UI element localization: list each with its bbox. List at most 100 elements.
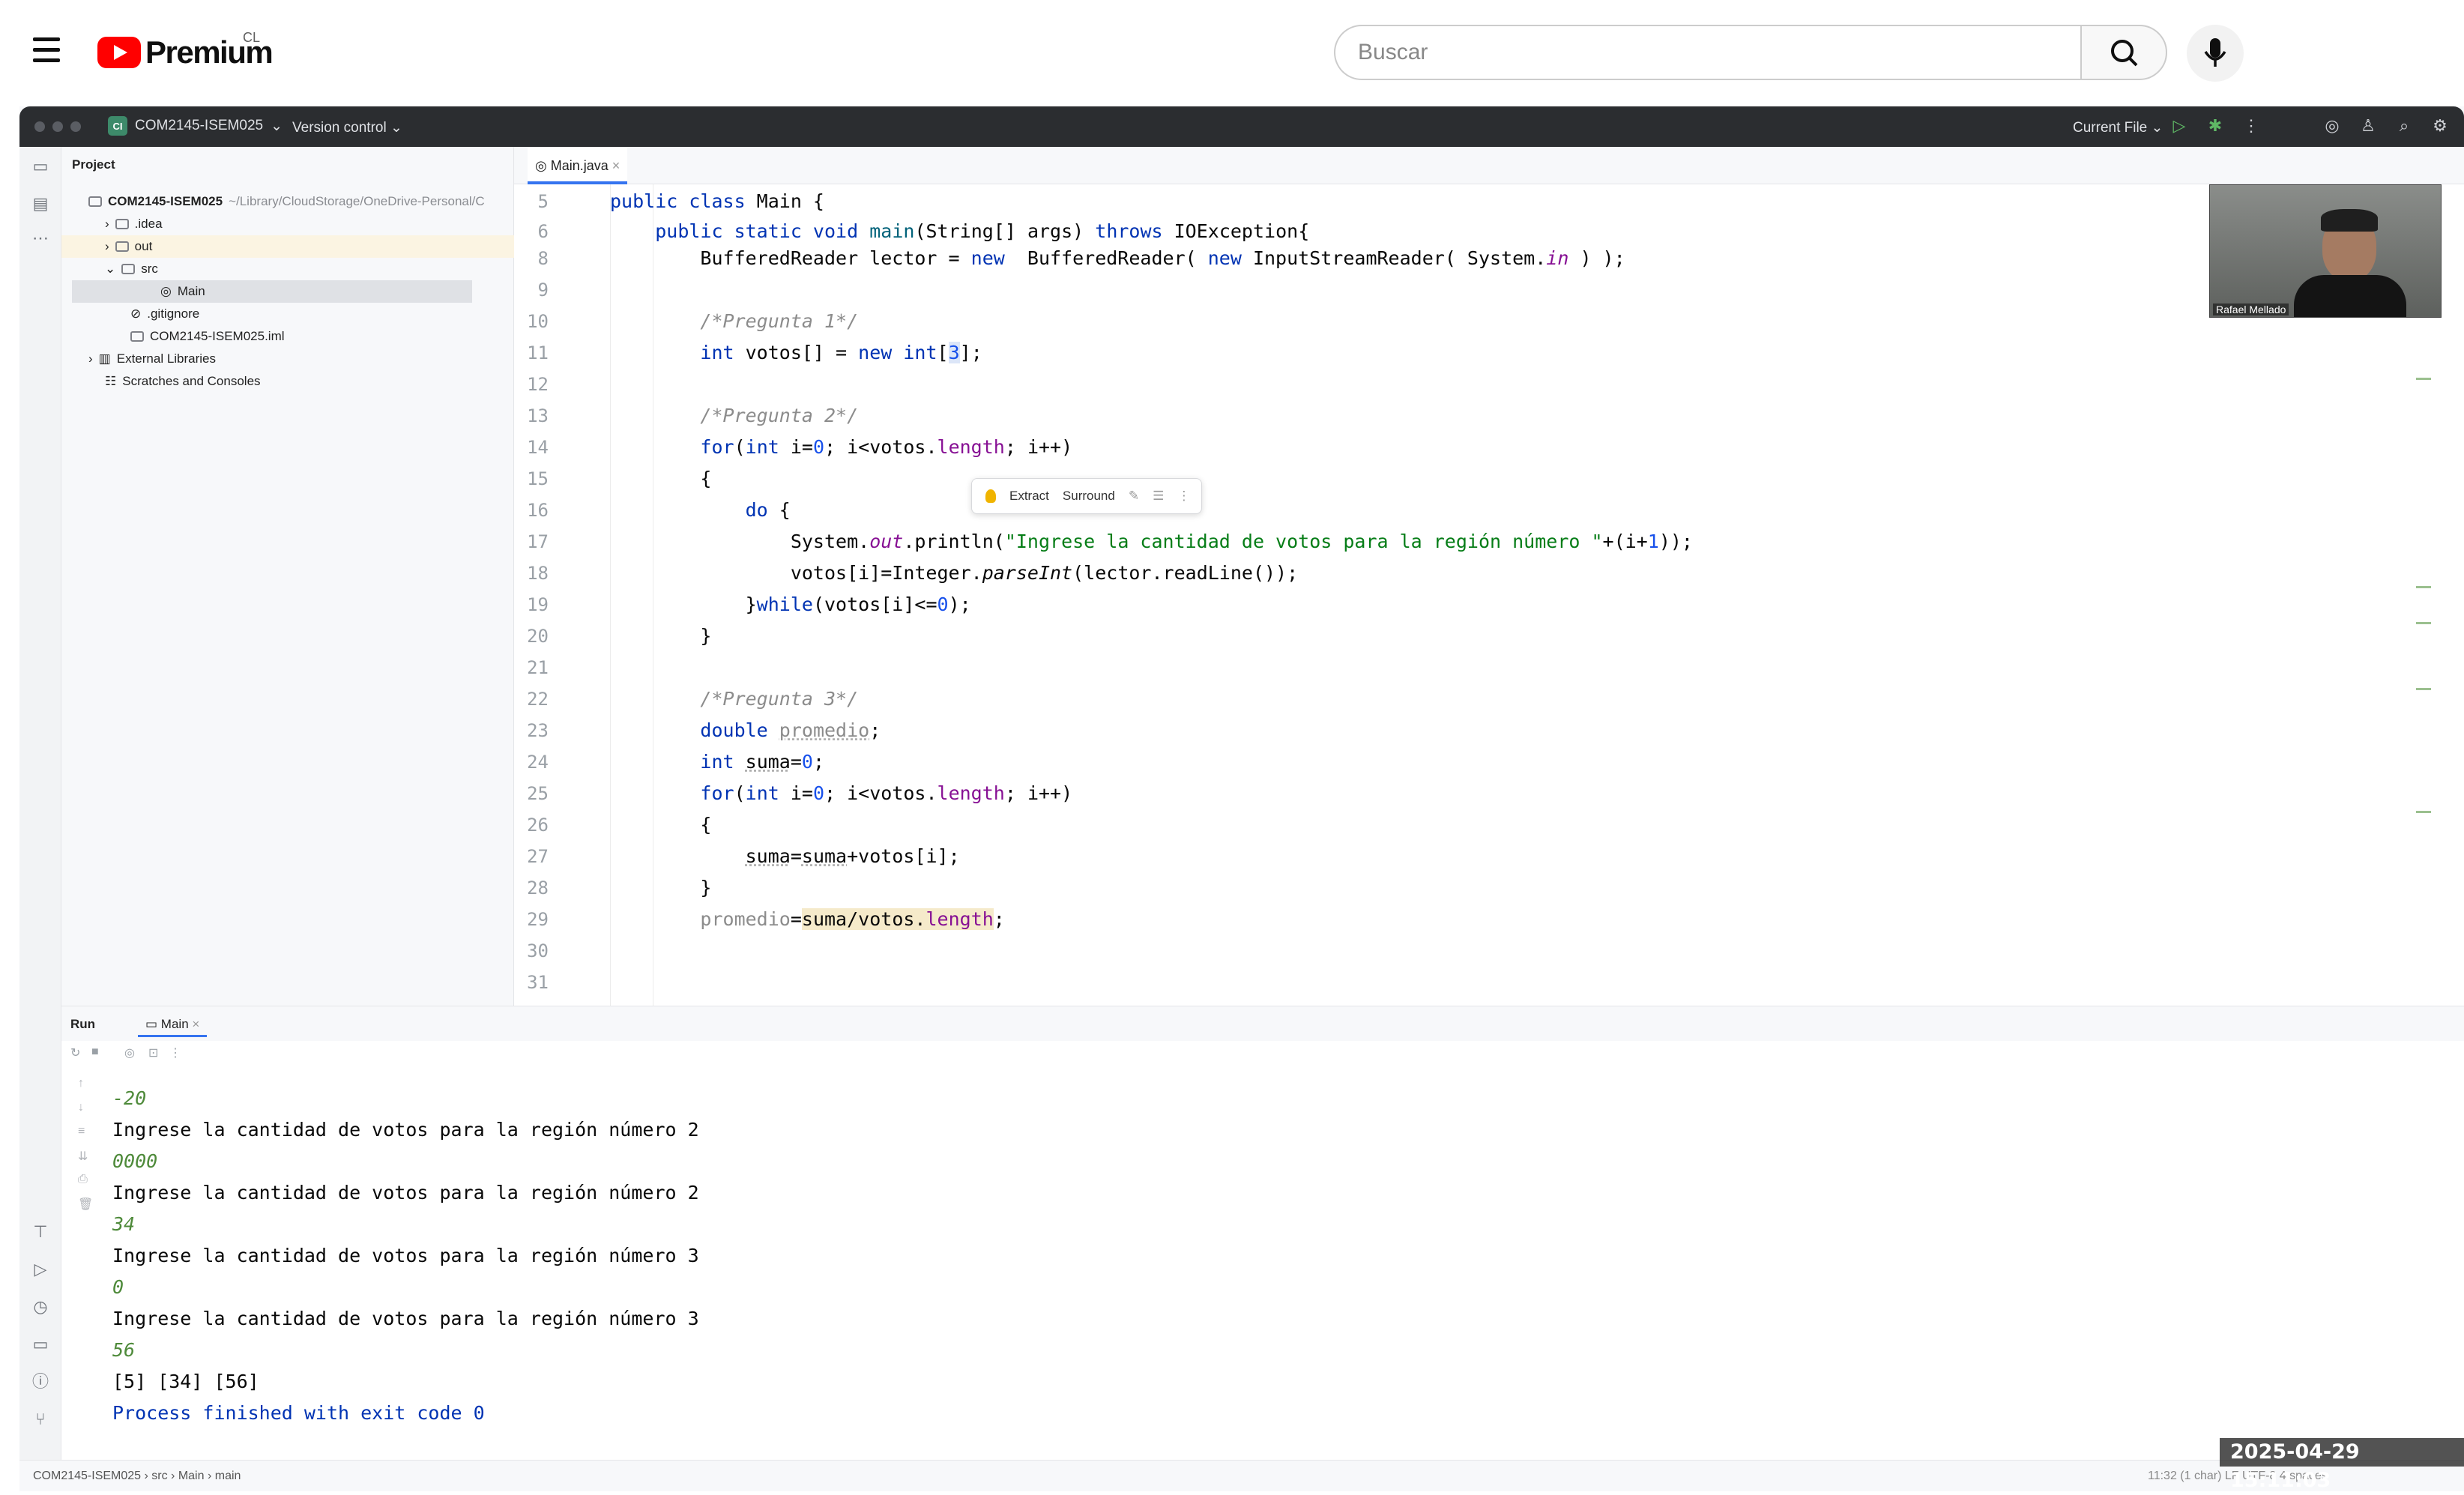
console-line: Ingrese la cantidad de votos para la reg… <box>112 1308 699 1329</box>
search-input[interactable]: Buscar <box>1334 25 2080 80</box>
console-line: -20 <box>112 1087 147 1109</box>
presenter-name: Rafael Mellado <box>2213 303 2289 315</box>
surround-action[interactable]: Surround <box>1063 489 1115 504</box>
stop-icon[interactable]: ■ <box>91 1045 108 1062</box>
code-editor[interactable]: ◎ Main.java × 5 public class Main { 6 pub… <box>514 147 2464 1006</box>
java-class-icon: ◎ <box>535 158 547 173</box>
run-icon[interactable]: ▷ <box>2169 115 2190 136</box>
problems-tool-icon[interactable]: ⓘ <box>30 1371 51 1392</box>
search-icon[interactable]: ⌕ <box>2394 115 2415 136</box>
run-panel: Run ▭ Main × ↻ ■ ◎ ⊡ ⋮ ↑ ↓ ≡ ⇊ ⎙ 🗑 -20 I… <box>61 1006 2464 1460</box>
folder-icon <box>88 196 102 207</box>
run-config-selector[interactable]: Current File ⌄ <box>2073 119 2163 136</box>
console-line: [5] [34] [56] <box>112 1371 259 1392</box>
ide-window: CI COM2145-ISEM025 ⌄ Version control ⌄ C… <box>19 106 2464 1491</box>
ai-icon[interactable]: ◎ <box>2322 115 2343 136</box>
breadcrumb-class[interactable]: Main <box>178 1470 205 1482</box>
folder-icon <box>115 241 129 252</box>
status-bar: COM2145-ISEM025 › src › Main › main 11:3… <box>19 1460 2464 1491</box>
print-icon[interactable]: ⎙ <box>78 1173 93 1188</box>
youtube-play-icon <box>97 37 141 68</box>
console-exit-line: Process finished with exit code 0 <box>112 1402 485 1424</box>
tool-strip: ▭ ▤ ⋯ ⊤ ▷ ◷ ▭ ⓘ ⑂ <box>19 147 61 1491</box>
tree-item-main[interactable]: ◎ Main <box>72 280 472 303</box>
ide-title-bar: CI COM2145-ISEM025 ⌄ Version control ⌄ C… <box>19 106 2464 147</box>
console-line: Ingrese la cantidad de votos para la reg… <box>112 1182 699 1203</box>
run-panel-title[interactable]: Run <box>70 1017 95 1032</box>
restore-layout-icon[interactable]: ⊡ <box>148 1045 165 1062</box>
run-tab-main[interactable]: ▭ Main × <box>138 1014 208 1037</box>
project-selector[interactable]: CI COM2145-ISEM025 ⌄ <box>108 116 283 136</box>
breadcrumb: COM2145-ISEM025 › src › Main › main <box>33 1470 241 1482</box>
tree-item-out[interactable]: › out <box>61 235 514 258</box>
services-tool-icon[interactable]: ◷ <box>30 1296 51 1317</box>
breadcrumb-method[interactable]: main <box>215 1470 241 1482</box>
tree-item-scratches[interactable]: ☷ Scratches and Consoles <box>105 370 261 393</box>
scroll-to-end-icon[interactable]: ⇊ <box>78 1149 93 1164</box>
git-tool-icon[interactable]: ⑂ <box>30 1409 51 1430</box>
voice-search-button[interactable] <box>2187 25 2244 82</box>
tree-item-idea[interactable]: › .idea <box>105 213 163 235</box>
window-controls[interactable] <box>34 121 81 132</box>
trash-icon[interactable]: 🗑 <box>78 1197 93 1212</box>
account-icon[interactable]: ♙ <box>2358 115 2379 136</box>
editor-tabs: ◎ Main.java × <box>514 147 2464 184</box>
settings-icon[interactable]: ⚙ <box>2430 115 2451 136</box>
console-line: Ingrese la cantidad de votos para la reg… <box>112 1119 699 1141</box>
console-line: Ingrese la cantidad de votos para la reg… <box>112 1245 699 1266</box>
more-icon[interactable]: ⋮ <box>1177 489 1190 504</box>
run-toolbar: ↻ ■ ◎ ⊡ ⋮ <box>61 1041 2464 1066</box>
tree-item-root[interactable]: COM2145-ISEM025 ~/Library/CloudStorage/On… <box>88 190 485 213</box>
menu-icon[interactable] <box>33 37 60 67</box>
close-icon: × <box>612 158 620 173</box>
folder-icon <box>121 264 136 274</box>
youtube-header: Premium CL Buscar <box>0 0 2464 106</box>
search-button[interactable] <box>2080 25 2167 80</box>
breadcrumb-project[interactable]: COM2145-ISEM025 <box>33 1470 141 1482</box>
version-control-menu[interactable]: Version control ⌄ <box>292 119 402 136</box>
library-icon: ▥ <box>98 351 111 366</box>
scroll-up-icon[interactable]: ↑ <box>78 1077 93 1092</box>
tab-main-java[interactable]: ◎ Main.java × <box>528 147 628 184</box>
tree-item-src[interactable]: ⌄ src <box>105 258 158 280</box>
scroll-down-icon[interactable]: ↓ <box>78 1101 93 1116</box>
search-icon <box>2111 40 2138 67</box>
java-class-icon: ◎ <box>160 284 172 298</box>
region-label: CL <box>243 30 261 45</box>
run-tool-icon[interactable]: ▷ <box>30 1259 51 1280</box>
project-panel-title[interactable]: Project <box>72 157 115 172</box>
more-icon[interactable]: ⋮ <box>2241 115 2262 136</box>
webcam-overlay: Rafael Mellado <box>2209 184 2442 318</box>
debug-icon[interactable]: ✱ <box>2205 115 2226 136</box>
timestamp-overlay: 2025-04-29 15:11:03 <box>2220 1438 2464 1492</box>
rerun-icon[interactable]: ↻ <box>70 1045 87 1062</box>
project-tool-icon[interactable]: ▭ <box>30 156 51 177</box>
console-line: 56 <box>112 1339 136 1361</box>
project-badge: CI <box>108 116 127 136</box>
console-line: 0 <box>112 1276 124 1298</box>
run-panel-header: Run ▭ Main × <box>61 1006 2464 1041</box>
ignore-file-icon: ⊘ <box>130 306 142 321</box>
edit-icon[interactable]: ✎ <box>1129 489 1139 504</box>
chevron-down-icon: ⌄ <box>271 118 283 134</box>
terminal-tool-icon[interactable]: ▭ <box>30 1334 51 1355</box>
console-line: 34 <box>112 1213 136 1235</box>
close-icon: × <box>192 1017 200 1031</box>
soft-wrap-icon[interactable]: ≡ <box>78 1125 93 1140</box>
more-tools-icon[interactable]: ⋯ <box>30 228 51 249</box>
build-tool-icon[interactable]: ⊤ <box>30 1221 51 1242</box>
tree-item-gitignore[interactable]: ⊘ .gitignore <box>130 303 199 325</box>
camera-icon[interactable]: ◎ <box>124 1045 141 1062</box>
project-name: COM2145-ISEM025 <box>135 118 264 133</box>
module-file-icon <box>130 331 144 342</box>
tree-item-iml[interactable]: COM2145-ISEM025.iml <box>130 325 285 348</box>
format-icon[interactable]: ☰ <box>1153 489 1164 504</box>
console-line: 0000 <box>112 1150 158 1172</box>
extract-action[interactable]: Extract <box>1009 489 1049 504</box>
lightbulb-icon[interactable] <box>985 489 996 503</box>
more-icon[interactable]: ⋮ <box>169 1045 186 1062</box>
tree-item-external-libraries[interactable]: › ▥ External Libraries <box>88 348 216 370</box>
breadcrumb-src[interactable]: src <box>151 1470 167 1482</box>
structure-tool-icon[interactable]: ▤ <box>30 193 51 214</box>
project-panel: Project COM2145-ISEM025 ~/Library/CloudSt… <box>61 147 514 1006</box>
